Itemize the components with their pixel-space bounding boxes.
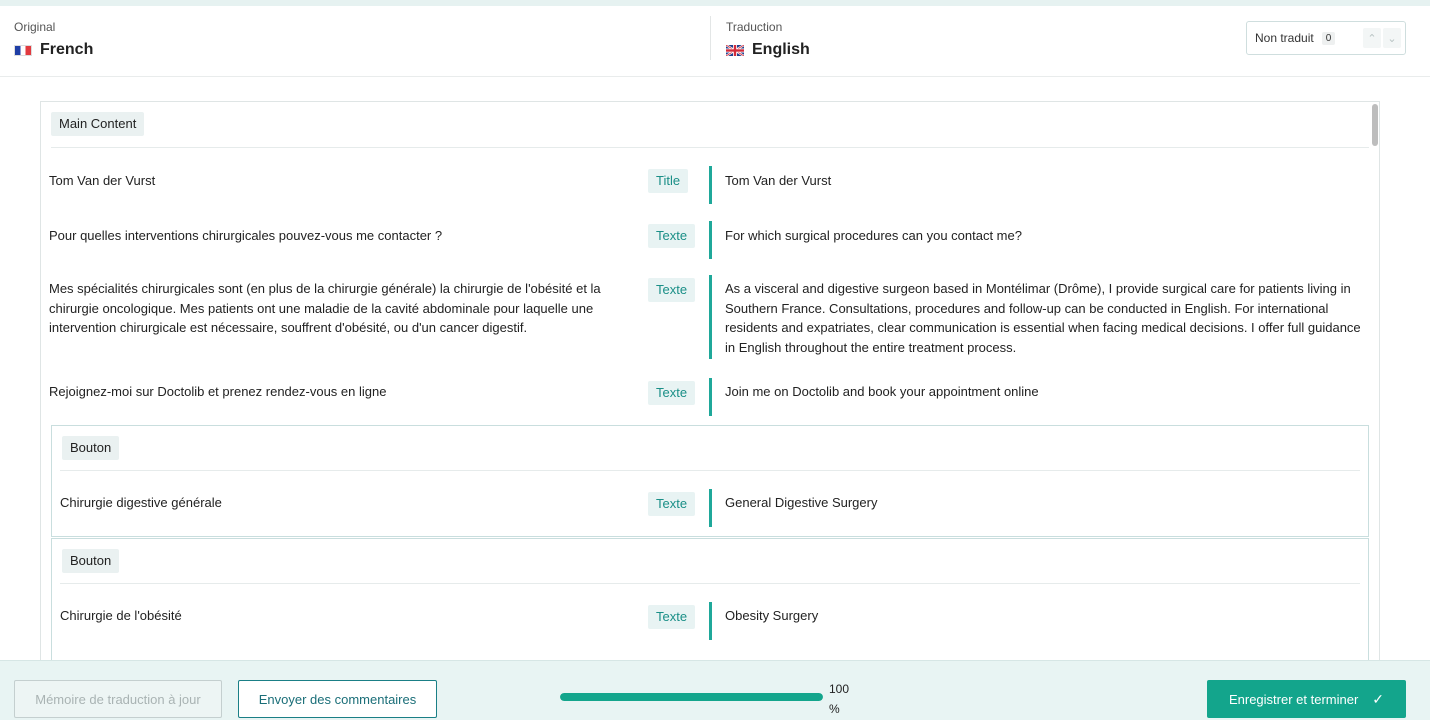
segment-row: Pour quelles interventions chirurgicales… xyxy=(41,221,1379,261)
progress-value: 100 xyxy=(829,682,850,696)
translation-caption: Traduction xyxy=(726,20,783,34)
button-block-header: Bouton xyxy=(60,539,1360,584)
target-text[interactable]: For which surgical procedures can you co… xyxy=(725,226,1370,246)
header-divider xyxy=(710,16,711,60)
progress-fill xyxy=(560,693,823,701)
original-language-name: French xyxy=(40,41,94,58)
segment-type-badge: Texte xyxy=(648,224,696,248)
target-text[interactable]: Tom Van der Vurst xyxy=(725,171,1370,191)
translation-language-name: English xyxy=(752,41,810,58)
translation-memory-button[interactable]: Mémoire de traduction à jour xyxy=(14,680,222,718)
target-text[interactable]: General Digestive Surgery xyxy=(725,493,1370,513)
segment-row: Rejoignez-moi sur Doctolib et prenez ren… xyxy=(41,378,1379,418)
segment-divider xyxy=(709,221,712,259)
untranslated-filter[interactable]: Non traduit 0 ⌃ ⌄ xyxy=(1246,21,1406,55)
untranslated-label: Non traduit xyxy=(1255,31,1314,45)
segment-divider xyxy=(709,275,712,359)
untranslated-nav: ⌃ ⌄ xyxy=(1361,28,1401,48)
segment-type-badge: Title xyxy=(648,169,689,193)
target-text[interactable]: As a visceral and digestive surgeon base… xyxy=(725,279,1370,357)
footer-bar: Mémoire de traduction à jour Envoyer des… xyxy=(0,660,1430,720)
flag-uk-icon xyxy=(726,44,744,56)
flag-fr-icon xyxy=(14,44,32,56)
section-header: Main Content xyxy=(51,102,1369,148)
untranslated-count-badge: 0 xyxy=(1321,31,1336,45)
segment-row: Chirurgie digestive générale Texte Gener… xyxy=(41,489,1379,529)
source-text: Rejoignez-moi sur Doctolib et prenez ren… xyxy=(49,384,387,399)
segment-type-badge: Texte xyxy=(648,381,696,405)
segment-type-badge: Texte xyxy=(648,605,696,629)
progress-unit: % xyxy=(829,702,840,716)
segment-divider xyxy=(709,602,712,640)
segment-type-badge: Texte xyxy=(648,278,696,302)
translation-content[interactable]: Main Content Tom Van der Vurst Title Tom… xyxy=(40,101,1380,660)
scrollbar-thumb[interactable] xyxy=(1372,104,1378,146)
source-text: Chirurgie digestive générale xyxy=(60,495,222,510)
segment-divider xyxy=(709,489,712,527)
segment-row: Chirurgie de l'obésité Texte Obesity Sur… xyxy=(41,602,1379,642)
segment-divider xyxy=(709,166,712,204)
translation-language-column: Traduction English xyxy=(726,20,810,59)
source-text: Mes spécialités chirurgicales sont (en p… xyxy=(49,281,601,335)
source-text: Tom Van der Vurst xyxy=(49,173,156,188)
section-tag: Main Content xyxy=(51,112,145,136)
save-button-label: Enregistrer et terminer xyxy=(1228,691,1359,707)
chevron-down-icon[interactable]: ⌄ xyxy=(1383,28,1401,48)
target-text[interactable]: Obesity Surgery xyxy=(725,606,1370,626)
source-text: Chirurgie de l'obésité xyxy=(60,608,182,623)
segment-row: Mes spécialités chirurgicales sont (en p… xyxy=(41,275,1379,361)
language-header: Original French Traduction English Non t… xyxy=(0,6,1430,77)
target-text[interactable]: Join me on Doctolib and book your appoin… xyxy=(725,382,1370,402)
segment-row: Tom Van der Vurst Title Tom Van der Vurs… xyxy=(41,166,1379,206)
segment-divider xyxy=(709,378,712,416)
progress-bar xyxy=(560,693,823,701)
original-language: French xyxy=(14,41,93,59)
check-icon: ✓ xyxy=(1372,690,1385,707)
button-block-header: Bouton xyxy=(60,426,1360,471)
translation-language: English xyxy=(726,41,810,59)
button-tag: Bouton xyxy=(62,436,120,460)
send-comments-button[interactable]: Envoyer des commentaires xyxy=(238,680,437,718)
button-tag: Bouton xyxy=(62,549,120,573)
chevron-up-icon[interactable]: ⌃ xyxy=(1363,28,1381,48)
source-text: Pour quelles interventions chirurgicales… xyxy=(49,228,443,243)
segment-type-badge: Texte xyxy=(648,492,696,516)
original-caption: Original xyxy=(14,20,56,34)
save-and-finish-button[interactable]: Enregistrer et terminer ✓ xyxy=(1207,680,1406,718)
original-language-column: Original French xyxy=(14,20,93,59)
